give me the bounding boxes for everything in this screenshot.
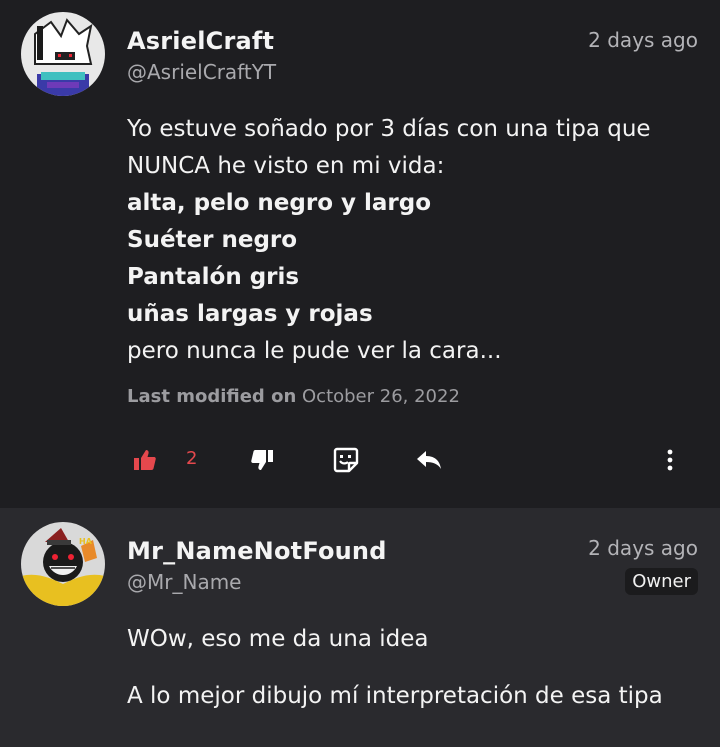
comment-line: pero nunca le pude ver la cara... bbox=[127, 338, 502, 364]
action-bar: 2 bbox=[0, 446, 720, 476]
comment-body: WOw, eso me da una idea A lo mejor dibuj… bbox=[127, 621, 697, 715]
more-options-button[interactable] bbox=[660, 446, 680, 474]
timestamp: 2 days ago bbox=[588, 28, 698, 52]
comment-card: HA Mr_NameNotFound @Mr_Name 2 days ago O… bbox=[0, 508, 720, 747]
comment-line: NUNCA he visto en mi vida: bbox=[127, 153, 445, 179]
reply-button[interactable] bbox=[414, 446, 444, 474]
comment-line: alta, pelo negro y largo bbox=[127, 190, 432, 216]
thumbs-down-icon bbox=[251, 450, 273, 470]
author-name[interactable]: Mr_NameNotFound bbox=[127, 537, 387, 565]
avatar[interactable] bbox=[21, 12, 105, 96]
last-modified: Last modified on October 26, 2022 bbox=[127, 386, 460, 407]
thumbs-up-icon bbox=[134, 450, 156, 470]
like-count: 2 bbox=[186, 448, 198, 469]
author-handle[interactable]: @AsrielCraftYT bbox=[127, 60, 276, 84]
author-name[interactable]: AsrielCraft bbox=[127, 27, 274, 55]
sticker-icon bbox=[333, 447, 359, 473]
comment-paragraph: A lo mejor dibujo mí interpretación de e… bbox=[127, 683, 663, 709]
avatar[interactable]: HA bbox=[21, 522, 105, 606]
more-vertical-icon bbox=[667, 449, 673, 471]
last-modified-date: October 26, 2022 bbox=[302, 386, 460, 407]
comment-line: Yo estuve soñado por 3 días con una tipa… bbox=[127, 116, 651, 142]
sticker-button[interactable] bbox=[332, 446, 360, 474]
comment-line: Suéter negro bbox=[127, 227, 298, 253]
comment-body: Yo estuve soñado por 3 días con una tipa… bbox=[127, 111, 697, 370]
author-handle[interactable]: @Mr_Name bbox=[127, 570, 241, 594]
timestamp: 2 days ago bbox=[588, 536, 698, 560]
comment-line: Pantalón gris bbox=[127, 264, 300, 290]
comment-line: uñas largas y rojas bbox=[127, 301, 373, 327]
last-modified-label: Last modified on bbox=[127, 386, 297, 407]
svg-text:HA: HA bbox=[79, 537, 93, 546]
dislike-button[interactable] bbox=[249, 446, 275, 474]
owner-badge: Owner bbox=[625, 568, 698, 595]
like-button[interactable] bbox=[132, 446, 158, 474]
comment-paragraph: WOw, eso me da una idea bbox=[127, 626, 429, 652]
comment-card: AsrielCraft @AsrielCraftYT 2 days ago Yo… bbox=[0, 0, 720, 508]
reply-icon bbox=[417, 451, 441, 469]
